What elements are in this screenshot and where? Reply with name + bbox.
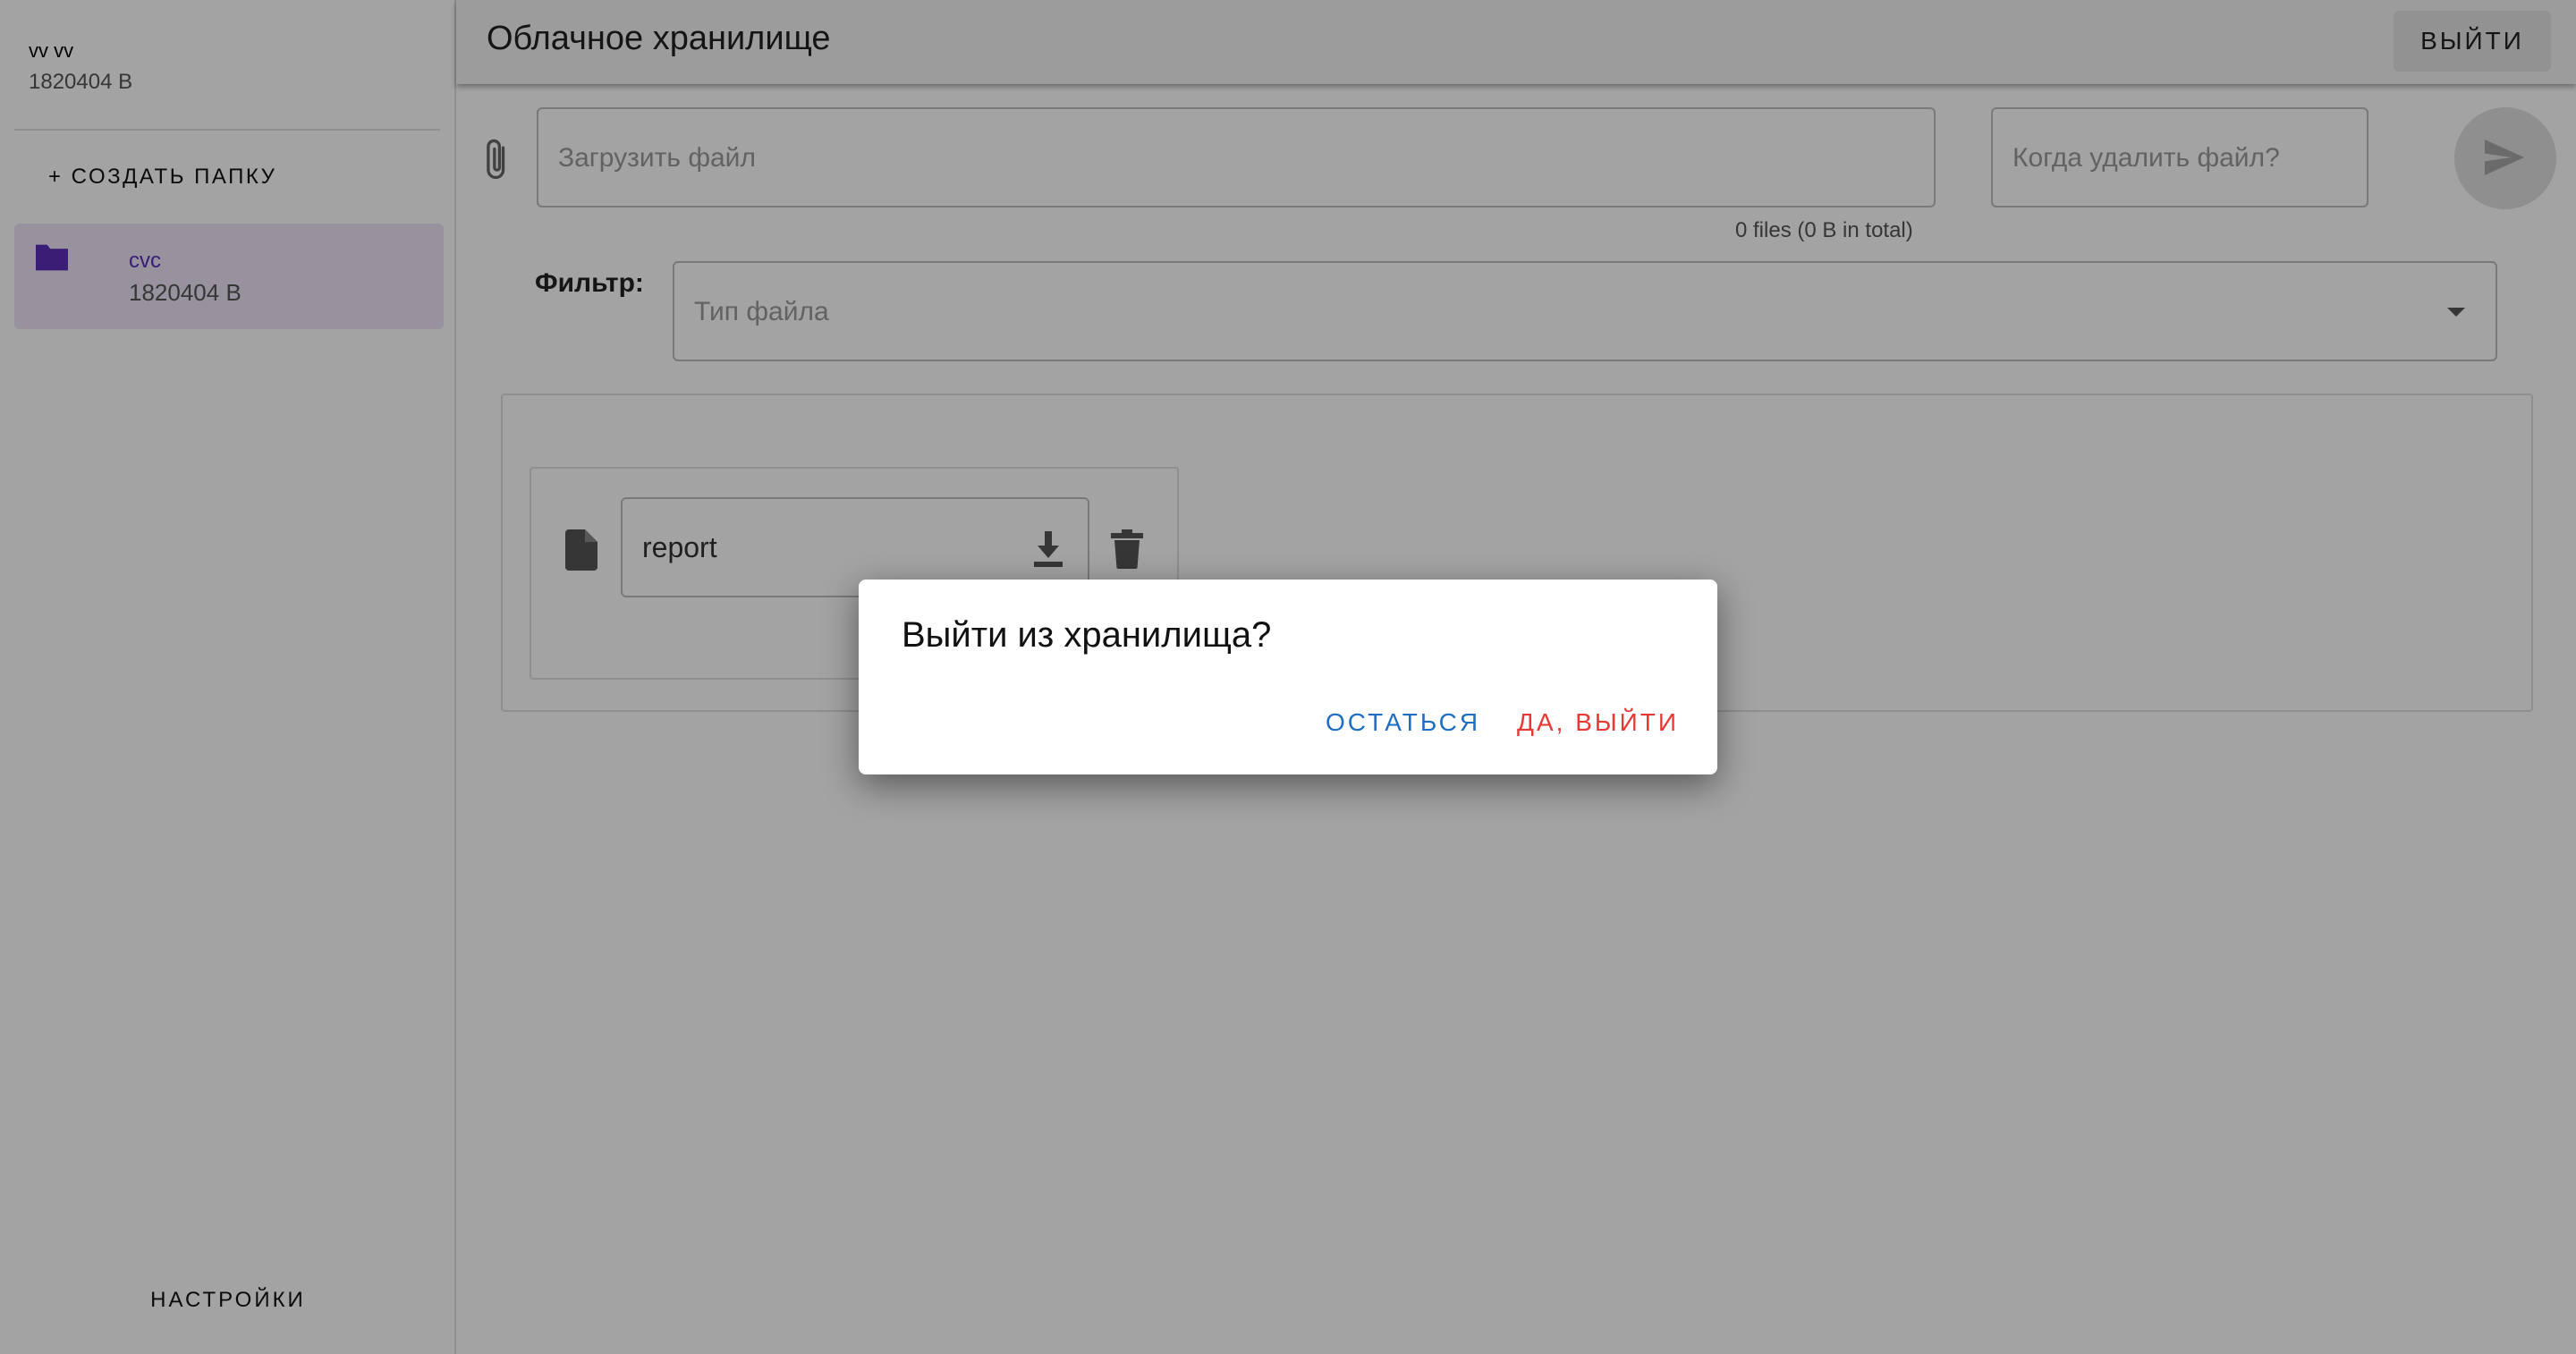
stay-button[interactable]: ОСТАТЬСЯ [1326, 708, 1480, 737]
dialog-title: Выйти из хранилища? [902, 615, 1272, 655]
logout-confirm-dialog: Выйти из хранилища? ОСТАТЬСЯ ДА, ВЫЙТИ [859, 580, 1717, 774]
confirm-logout-button[interactable]: ДА, ВЫЙТИ [1517, 708, 1679, 737]
